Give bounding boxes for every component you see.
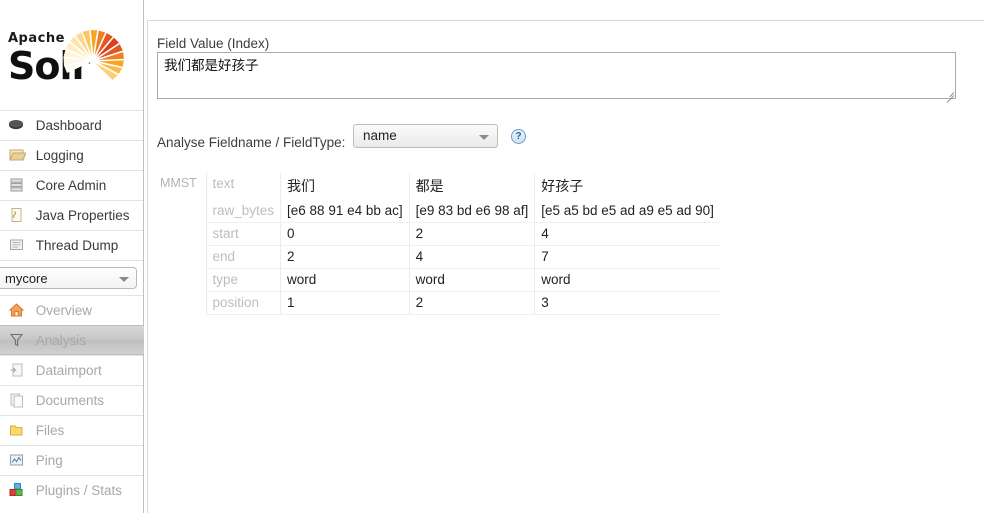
documents-icon — [8, 389, 26, 408]
fieldtype-select[interactable]: name — [353, 124, 498, 148]
sidebar-item-logging[interactable]: Logging — [0, 140, 143, 170]
token-position: 2 — [408, 291, 535, 315]
sidebar-item-label: Dataimport — [35, 363, 102, 378]
core-nav-list: Overview Analysis Dataimport Documents F… — [0, 295, 144, 505]
table-row: start 0 2 4 — [154, 222, 720, 246]
sidebar-item-label: Overview — [35, 303, 93, 318]
token-start: 0 — [280, 222, 410, 246]
row-label-end: end — [206, 245, 281, 269]
sidebar-item-core-admin[interactable]: Core Admin — [0, 170, 143, 200]
java-properties-icon — [8, 204, 26, 222]
core-selector-wrap: mycore — [0, 260, 143, 295]
chevron-down-icon — [479, 135, 489, 140]
row-label-type: type — [206, 268, 281, 292]
sidebar-item-dashboard[interactable]: Dashboard — [0, 110, 143, 140]
token-text: 都是 — [408, 173, 535, 200]
sidebar-item-thread-dump[interactable]: Thread Dump — [0, 230, 143, 260]
row-label-raw-bytes: raw_bytes — [206, 200, 281, 223]
solr-logo[interactable]: Apache Solr — [0, 0, 143, 110]
field-value-label: Field Value (Index) — [157, 36, 270, 51]
field-value-input[interactable] — [157, 52, 956, 99]
overview-home-icon — [8, 299, 26, 317]
sidebar-item-plugins-stats[interactable]: Plugins / Stats — [0, 475, 143, 505]
token-type: word — [534, 268, 720, 292]
token-raw-bytes: [e5 a5 bd e5 ad a9 e5 ad 90] — [534, 200, 720, 223]
thread-dump-icon — [8, 234, 26, 250]
row-label-position: position — [206, 291, 281, 315]
token-end: 2 — [280, 245, 410, 269]
token-position: 3 — [534, 291, 720, 315]
solr-admin-page: Apache Solr Dashboard Logging Core Admin… — [0, 0, 984, 513]
analyzer-name: MMST — [154, 173, 207, 315]
analysis-panel: Field Value (Index) Analyse Fieldname / … — [147, 21, 984, 513]
dataimport-icon — [8, 359, 26, 377]
sidebar-item-analysis[interactable]: Analysis — [0, 325, 144, 355]
sidebar-item-overview[interactable]: Overview — [0, 295, 143, 325]
token-position: 1 — [280, 291, 410, 315]
row-label-text: text — [212, 176, 235, 191]
token-type: word — [408, 268, 535, 292]
sidebar-item-dataimport[interactable]: Dataimport — [0, 355, 143, 385]
sidebar-item-ping[interactable]: Ping — [0, 445, 143, 475]
sidebar-item-label: Documents — [35, 393, 105, 408]
sidebar-item-label: Plugins / Stats — [35, 483, 123, 498]
files-folder-icon — [8, 419, 26, 436]
sidebar-item-java-properties[interactable]: Java Properties — [0, 200, 143, 230]
token-text: 好孩子 — [534, 173, 720, 200]
sidebar-item-label: Dashboard — [35, 118, 102, 133]
sidebar-item-label: Core Admin — [35, 178, 107, 193]
token-text: 我们 — [280, 173, 410, 200]
solr-sunburst-logo-icon — [63, 29, 124, 80]
sidebar: Apache Solr Dashboard Logging Core Admin… — [0, 0, 144, 513]
table-row: raw_bytes [e6 88 91 e4 bb ac] [e9 83 bd … — [154, 200, 720, 223]
table-row: MMST text 我们 都是 好孩子 — [154, 173, 720, 315]
sidebar-item-label: Ping — [35, 453, 63, 468]
dashboard-icon — [8, 114, 26, 130]
table-row: end 2 4 7 — [154, 245, 720, 269]
fieldtype-select-value: name — [363, 128, 397, 143]
sidebar-item-label: Thread Dump — [35, 238, 119, 253]
token-end: 7 — [534, 245, 720, 269]
core-admin-icon — [8, 174, 26, 192]
sidebar-item-label: Logging — [35, 148, 84, 163]
sidebar-item-label: Files — [35, 423, 65, 438]
analysis-funnel-icon — [8, 329, 26, 347]
logging-icon — [8, 144, 27, 161]
analysis-results-table: MMST text 我们 都是 好孩子 raw_bytes [e6 88 91 … — [154, 173, 720, 315]
analysis-table-body: MMST text 我们 都是 好孩子 raw_bytes [e6 88 91 … — [154, 173, 720, 315]
row-label-start: start — [206, 222, 281, 246]
global-nav-list: Dashboard Logging Core Admin Java Proper… — [0, 110, 143, 260]
token-raw-bytes: [e6 88 91 e4 bb ac] — [280, 200, 410, 223]
help-question-icon[interactable]: ? — [511, 129, 526, 144]
analyse-fieldtype-label: Analyse Fieldname / FieldType: — [157, 135, 346, 150]
core-selector-value: mycore — [5, 271, 48, 286]
table-row: position 1 2 3 — [154, 291, 720, 315]
chevron-down-icon — [119, 277, 129, 282]
token-start: 4 — [534, 222, 720, 246]
sidebar-item-documents[interactable]: Documents — [0, 385, 143, 415]
sidebar-item-label: Java Properties — [35, 208, 130, 223]
token-raw-bytes: [e9 83 bd e6 98 af] — [408, 200, 535, 223]
core-selector[interactable]: mycore — [0, 267, 137, 289]
ping-chart-icon — [8, 449, 26, 466]
token-start: 2 — [408, 222, 535, 246]
token-type: word — [280, 268, 410, 292]
sidebar-item-files[interactable]: Files — [0, 415, 143, 445]
table-row: type word word word — [154, 268, 720, 292]
main-content: Field Value (Index) Analyse Fieldname / … — [144, 0, 984, 513]
sidebar-item-label: Analysis — [35, 333, 87, 348]
plugins-stats-icon — [8, 479, 26, 496]
token-end: 4 — [408, 245, 535, 269]
